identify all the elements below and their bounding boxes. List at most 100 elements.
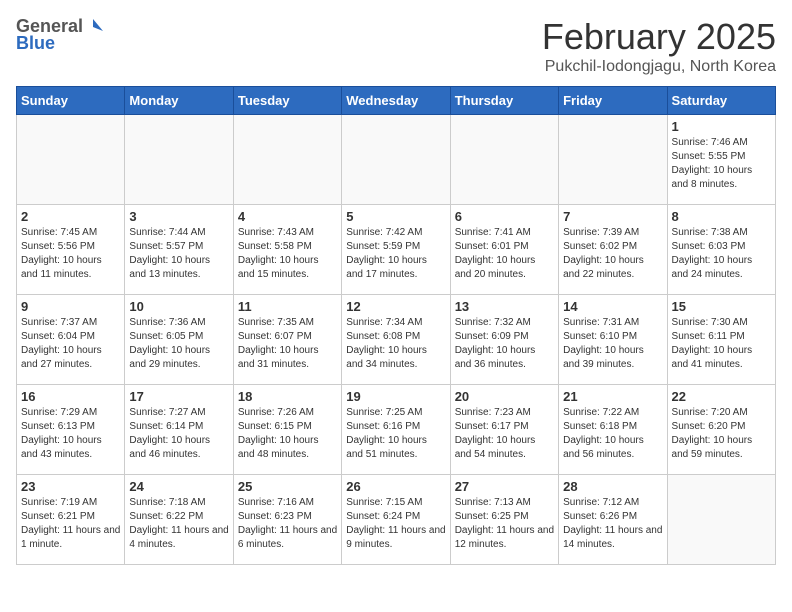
day-info: Sunrise: 7:46 AM Sunset: 5:55 PM Dayligh… xyxy=(672,137,753,190)
day-info: Sunrise: 7:34 AM Sunset: 6:08 PM Dayligh… xyxy=(346,317,427,370)
day-info: Sunrise: 7:25 AM Sunset: 6:16 PM Dayligh… xyxy=(346,407,427,460)
calendar-day-cell: 24 Sunrise: 7:18 AM Sunset: 6:22 PM Dayli… xyxy=(125,475,233,565)
weekday-header: Thursday xyxy=(450,87,558,115)
calendar-header-row: SundayMondayTuesdayWednesdayThursdayFrid… xyxy=(17,87,776,115)
calendar-day-cell: 2 Sunrise: 7:45 AM Sunset: 5:56 PM Daylig… xyxy=(17,205,125,295)
weekday-header: Wednesday xyxy=(342,87,450,115)
calendar-day-cell: 7Sunrise: 7:39 AM Sunset: 6:02 PM Daylig… xyxy=(559,205,667,295)
calendar-day-cell: 22 Sunrise: 7:20 AM Sunset: 6:20 PM Dayli… xyxy=(667,385,775,475)
calendar-day-cell: 28Sunrise: 7:12 AM Sunset: 6:26 PM Dayli… xyxy=(559,475,667,565)
day-number: 20 xyxy=(455,389,554,404)
calendar-day-cell: 18 Sunrise: 7:26 AM Sunset: 6:15 PM Dayli… xyxy=(233,385,341,475)
calendar-day-cell: 8Sunrise: 7:38 AM Sunset: 6:03 PM Daylig… xyxy=(667,205,775,295)
calendar-day-cell: 16 Sunrise: 7:29 AM Sunset: 6:13 PM Dayli… xyxy=(17,385,125,475)
logo-text-blue: Blue xyxy=(16,33,55,54)
calendar-day-cell: 23Sunrise: 7:19 AM Sunset: 6:21 PM Dayli… xyxy=(17,475,125,565)
weekday-header: Tuesday xyxy=(233,87,341,115)
day-info: Sunrise: 7:41 AM Sunset: 6:01 PM Dayligh… xyxy=(455,227,536,280)
day-info: Sunrise: 7:27 AM Sunset: 6:14 PM Dayligh… xyxy=(129,407,210,460)
day-number: 16 xyxy=(21,389,120,404)
day-info: Sunrise: 7:13 AM Sunset: 6:25 PM Dayligh… xyxy=(455,497,554,550)
day-info: Sunrise: 7:44 AM Sunset: 5:57 PM Dayligh… xyxy=(129,227,210,280)
calendar-day-cell: 26Sunrise: 7:15 AM Sunset: 6:24 PM Dayli… xyxy=(342,475,450,565)
calendar-day-cell: 12 Sunrise: 7:34 AM Sunset: 6:08 PM Dayli… xyxy=(342,295,450,385)
calendar-day-cell xyxy=(450,115,558,205)
day-number: 25 xyxy=(238,479,337,494)
day-number: 3 xyxy=(129,209,228,224)
day-info: Sunrise: 7:23 AM Sunset: 6:17 PM Dayligh… xyxy=(455,407,536,460)
day-info: Sunrise: 7:22 AM Sunset: 6:18 PM Dayligh… xyxy=(563,407,644,460)
calendar-week-row: 1 Sunrise: 7:46 AM Sunset: 5:55 PM Daylig… xyxy=(17,115,776,205)
month-title: February 2025 xyxy=(542,16,776,58)
calendar-day-cell: 11 Sunrise: 7:35 AM Sunset: 6:07 PM Dayli… xyxy=(233,295,341,385)
calendar-week-row: 9 Sunrise: 7:37 AM Sunset: 6:04 PM Daylig… xyxy=(17,295,776,385)
day-number: 17 xyxy=(129,389,228,404)
day-number: 4 xyxy=(238,209,337,224)
calendar-week-row: 2 Sunrise: 7:45 AM Sunset: 5:56 PM Daylig… xyxy=(17,205,776,295)
day-number: 24 xyxy=(129,479,228,494)
day-number: 7 xyxy=(563,209,662,224)
day-number: 12 xyxy=(346,299,445,314)
day-number: 15 xyxy=(672,299,771,314)
day-number: 23 xyxy=(21,479,120,494)
day-number: 26 xyxy=(346,479,445,494)
day-info: Sunrise: 7:36 AM Sunset: 6:05 PM Dayligh… xyxy=(129,317,210,370)
calendar-day-cell xyxy=(17,115,125,205)
day-info: Sunrise: 7:20 AM Sunset: 6:20 PM Dayligh… xyxy=(672,407,753,460)
calendar-day-cell: 10 Sunrise: 7:36 AM Sunset: 6:05 PM Dayli… xyxy=(125,295,233,385)
calendar-day-cell: 6 Sunrise: 7:41 AM Sunset: 6:01 PM Daylig… xyxy=(450,205,558,295)
day-number: 22 xyxy=(672,389,771,404)
calendar-day-cell: 5 Sunrise: 7:42 AM Sunset: 5:59 PM Daylig… xyxy=(342,205,450,295)
calendar-day-cell: 9 Sunrise: 7:37 AM Sunset: 6:04 PM Daylig… xyxy=(17,295,125,385)
calendar-day-cell xyxy=(559,115,667,205)
day-info: Sunrise: 7:32 AM Sunset: 6:09 PM Dayligh… xyxy=(455,317,536,370)
day-number: 10 xyxy=(129,299,228,314)
day-info: Sunrise: 7:37 AM Sunset: 6:04 PM Dayligh… xyxy=(21,317,102,370)
day-number: 6 xyxy=(455,209,554,224)
day-info: Sunrise: 7:30 AM Sunset: 6:11 PM Dayligh… xyxy=(672,317,753,370)
day-number: 13 xyxy=(455,299,554,314)
calendar-day-cell: 14Sunrise: 7:31 AM Sunset: 6:10 PM Dayli… xyxy=(559,295,667,385)
location: Pukchil-Iodongjagu, North Korea xyxy=(542,58,776,76)
weekday-header: Saturday xyxy=(667,87,775,115)
day-info: Sunrise: 7:18 AM Sunset: 6:22 PM Dayligh… xyxy=(129,497,228,550)
day-info: Sunrise: 7:16 AM Sunset: 6:23 PM Dayligh… xyxy=(238,497,337,550)
day-number: 27 xyxy=(455,479,554,494)
day-info: Sunrise: 7:31 AM Sunset: 6:10 PM Dayligh… xyxy=(563,317,644,370)
calendar-day-cell: 20 Sunrise: 7:23 AM Sunset: 6:17 PM Dayli… xyxy=(450,385,558,475)
day-number: 2 xyxy=(21,209,120,224)
calendar-day-cell: 19 Sunrise: 7:25 AM Sunset: 6:16 PM Dayli… xyxy=(342,385,450,475)
calendar-day-cell: 13 Sunrise: 7:32 AM Sunset: 6:09 PM Dayli… xyxy=(450,295,558,385)
day-info: Sunrise: 7:42 AM Sunset: 5:59 PM Dayligh… xyxy=(346,227,427,280)
weekday-header: Friday xyxy=(559,87,667,115)
calendar-day-cell: 3 Sunrise: 7:44 AM Sunset: 5:57 PM Daylig… xyxy=(125,205,233,295)
calendar-week-row: 16 Sunrise: 7:29 AM Sunset: 6:13 PM Dayli… xyxy=(17,385,776,475)
day-number: 11 xyxy=(238,299,337,314)
day-number: 1 xyxy=(672,119,771,134)
day-info: Sunrise: 7:26 AM Sunset: 6:15 PM Dayligh… xyxy=(238,407,319,460)
calendar-day-cell: 25 Sunrise: 7:16 AM Sunset: 6:23 PM Dayli… xyxy=(233,475,341,565)
logo: General Blue xyxy=(16,16,103,54)
day-number: 19 xyxy=(346,389,445,404)
weekday-header: Monday xyxy=(125,87,233,115)
calendar-day-cell: 17 Sunrise: 7:27 AM Sunset: 6:14 PM Dayli… xyxy=(125,385,233,475)
day-info: Sunrise: 7:38 AM Sunset: 6:03 PM Dayligh… xyxy=(672,227,753,280)
calendar-day-cell: 21Sunrise: 7:22 AM Sunset: 6:18 PM Dayli… xyxy=(559,385,667,475)
day-number: 9 xyxy=(21,299,120,314)
day-info: Sunrise: 7:45 AM Sunset: 5:56 PM Dayligh… xyxy=(21,227,102,280)
calendar-day-cell xyxy=(342,115,450,205)
weekday-header: Sunday xyxy=(17,87,125,115)
calendar-table: SundayMondayTuesdayWednesdayThursdayFrid… xyxy=(16,86,776,565)
day-number: 5 xyxy=(346,209,445,224)
calendar-day-cell: 27 Sunrise: 7:13 AM Sunset: 6:25 PM Dayli… xyxy=(450,475,558,565)
calendar-day-cell xyxy=(667,475,775,565)
title-section: February 2025 Pukchil-Iodongjagu, North … xyxy=(542,16,776,76)
calendar-day-cell: 15 Sunrise: 7:30 AM Sunset: 6:11 PM Dayli… xyxy=(667,295,775,385)
day-number: 18 xyxy=(238,389,337,404)
calendar-day-cell: 4Sunrise: 7:43 AM Sunset: 5:58 PM Daylig… xyxy=(233,205,341,295)
page-header: General Blue February 2025 Pukchil-Iodon… xyxy=(16,16,776,76)
day-info: Sunrise: 7:29 AM Sunset: 6:13 PM Dayligh… xyxy=(21,407,102,460)
day-info: Sunrise: 7:35 AM Sunset: 6:07 PM Dayligh… xyxy=(238,317,319,370)
calendar-day-cell: 1 Sunrise: 7:46 AM Sunset: 5:55 PM Daylig… xyxy=(667,115,775,205)
calendar-body: 1 Sunrise: 7:46 AM Sunset: 5:55 PM Daylig… xyxy=(17,115,776,565)
